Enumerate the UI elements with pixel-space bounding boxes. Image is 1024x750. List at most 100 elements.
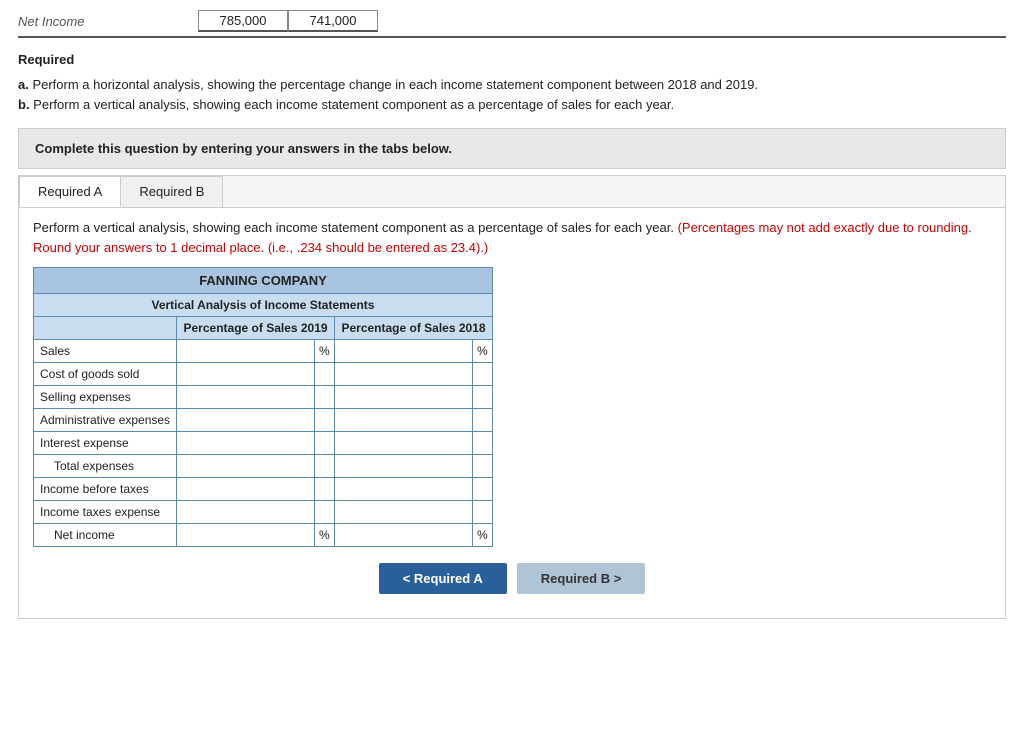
table-row: Total expenses (34, 455, 493, 478)
instruction-b-text: Perform a vertical analysis, showing eac… (30, 97, 675, 112)
input-2019-0[interactable] (177, 340, 315, 363)
input-field-2018-0[interactable] (335, 340, 472, 362)
input-2019-5[interactable] (177, 455, 315, 478)
input-2019-7[interactable] (177, 501, 315, 524)
pct-2019-6 (315, 478, 335, 501)
pct-2019-4 (315, 432, 335, 455)
required-heading: Required (18, 52, 1006, 67)
table-subtitle: Vertical Analysis of Income Statements (34, 294, 493, 317)
input-2018-8[interactable] (335, 524, 473, 547)
input-2019-3[interactable] (177, 409, 315, 432)
instruction-a-label: a. (18, 77, 29, 92)
row-label-5: Total expenses (34, 455, 177, 478)
pct-2018-2 (473, 386, 493, 409)
instruction-b-label: b. (18, 97, 30, 112)
tab-required-b[interactable]: Required B (120, 176, 223, 207)
input-2019-6[interactable] (177, 478, 315, 501)
input-field-2019-4[interactable] (177, 432, 314, 454)
input-2018-0[interactable] (335, 340, 473, 363)
table-row: Sales%% (34, 340, 493, 363)
complete-box: Complete this question by entering your … (18, 128, 1006, 169)
table-row: Interest expense (34, 432, 493, 455)
input-field-2019-8[interactable] (177, 524, 314, 546)
row-label-7: Income taxes expense (34, 501, 177, 524)
input-field-2019-5[interactable] (177, 455, 314, 477)
table-row: Income taxes expense (34, 501, 493, 524)
table-row: Income before taxes (34, 478, 493, 501)
tab-description: Perform a vertical analysis, showing eac… (33, 218, 991, 257)
table-row-header-empty (34, 317, 177, 340)
input-2019-2[interactable] (177, 386, 315, 409)
table-company-name: FANNING COMPANY (34, 268, 493, 294)
pct-2019-5 (315, 455, 335, 478)
input-field-2019-6[interactable] (177, 478, 314, 500)
input-2018-7[interactable] (335, 501, 473, 524)
input-field-2019-3[interactable] (177, 409, 314, 431)
tab-content: Perform a vertical analysis, showing eac… (19, 208, 1005, 618)
pct-2018-3 (473, 409, 493, 432)
input-2018-6[interactable] (335, 478, 473, 501)
row-label-1: Cost of goods sold (34, 363, 177, 386)
pct-2019-0: % (315, 340, 335, 363)
pct-2019-8: % (315, 524, 335, 547)
input-field-2018-2[interactable] (335, 386, 472, 408)
pct-2018-0: % (473, 340, 493, 363)
bottom-nav: < Required A Required B > (33, 563, 991, 604)
analysis-table-wrapper: FANNING COMPANY Vertical Analysis of Inc… (33, 267, 991, 547)
pct-2018-1 (473, 363, 493, 386)
input-field-2018-8[interactable] (335, 524, 472, 546)
pct-2019-1 (315, 363, 335, 386)
input-2018-4[interactable] (335, 432, 473, 455)
input-field-2018-1[interactable] (335, 363, 472, 385)
row-label-2: Selling expenses (34, 386, 177, 409)
input-2019-8[interactable] (177, 524, 315, 547)
input-field-2019-7[interactable] (177, 501, 314, 523)
pct-2018-7 (473, 501, 493, 524)
input-field-2018-6[interactable] (335, 478, 472, 500)
table-col-header-2018: Percentage of Sales 2018 (335, 317, 493, 340)
table-row: Selling expenses (34, 386, 493, 409)
table-row: Net income%% (34, 524, 493, 547)
table-row: Cost of goods sold (34, 363, 493, 386)
input-field-2019-2[interactable] (177, 386, 314, 408)
input-2018-2[interactable] (335, 386, 473, 409)
net-income-value-1: 785,000 (198, 10, 288, 32)
input-field-2019-0[interactable] (177, 340, 314, 362)
input-field-2018-4[interactable] (335, 432, 472, 454)
pct-2018-6 (473, 478, 493, 501)
tab-required-a[interactable]: Required A (19, 176, 121, 207)
input-2018-5[interactable] (335, 455, 473, 478)
pct-2018-4 (473, 432, 493, 455)
row-label-6: Income before taxes (34, 478, 177, 501)
pct-2019-2 (315, 386, 335, 409)
pct-2018-8: % (473, 524, 493, 547)
instruction-a-text: Perform a horizontal analysis, showing t… (29, 77, 758, 92)
next-button[interactable]: Required B > (517, 563, 646, 594)
pct-sign-2019-0: % (315, 342, 334, 360)
row-label-4: Interest expense (34, 432, 177, 455)
pct-sign-2018-8: % (473, 526, 492, 544)
table-row: Administrative expenses (34, 409, 493, 432)
pct-2018-5 (473, 455, 493, 478)
pct-sign-2018-0: % (473, 342, 492, 360)
net-income-top-label: Net Income (18, 14, 198, 29)
analysis-table: FANNING COMPANY Vertical Analysis of Inc… (33, 267, 493, 547)
prev-button[interactable]: < Required A (379, 563, 507, 594)
net-income-value-2: 741,000 (288, 10, 378, 32)
input-2018-3[interactable] (335, 409, 473, 432)
row-label-3: Administrative expenses (34, 409, 177, 432)
input-field-2018-3[interactable] (335, 409, 472, 431)
input-field-2019-1[interactable] (177, 363, 314, 385)
input-2018-1[interactable] (335, 363, 473, 386)
input-2019-4[interactable] (177, 432, 315, 455)
input-2019-1[interactable] (177, 363, 315, 386)
pct-2019-7 (315, 501, 335, 524)
pct-sign-2019-8: % (315, 526, 334, 544)
tabs-header: Required A Required B (19, 176, 1005, 208)
input-field-2018-5[interactable] (335, 455, 472, 477)
table-col-header-2019: Percentage of Sales 2019 (177, 317, 335, 340)
input-field-2018-7[interactable] (335, 501, 472, 523)
description-main: Perform a vertical analysis, showing eac… (33, 220, 674, 235)
pct-2019-3 (315, 409, 335, 432)
instructions: a. Perform a horizontal analysis, showin… (18, 75, 1006, 114)
